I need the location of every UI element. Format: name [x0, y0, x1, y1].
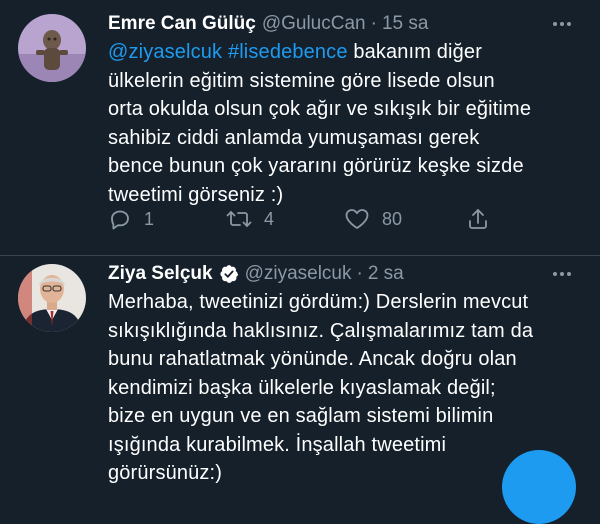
tweet-line: Merhaba, tweetinizi gördüm:) Derslerin m…: [108, 291, 529, 313]
tweet-line: orta okulda olsun çok ağır ve sıkışık bi…: [108, 98, 532, 120]
like-button[interactable]: 80: [344, 204, 402, 234]
tweet-line: bize en uygun ve en sağlam sistemi bilim…: [108, 405, 494, 427]
avatar[interactable]: [18, 264, 86, 332]
tweet-actions: 1 4 80: [108, 204, 498, 234]
tweet-text: Merhaba, tweetinizi gördüm:) Derslerin m…: [108, 288, 580, 488]
separator-dot: ·: [356, 263, 363, 284]
more-options-icon[interactable]: [548, 14, 576, 34]
like-count: 80: [382, 208, 403, 229]
tweet-line: bunu rahatlatmak yönünde. Ancak doğru ol…: [108, 348, 517, 370]
more-options-icon[interactable]: [548, 264, 576, 284]
retweet-button[interactable]: 4: [226, 204, 274, 234]
tweet-line: ışığında kurabilmek. İnşallah tweetimi: [108, 433, 447, 456]
heart-icon: [345, 209, 369, 229]
reply-icon: [111, 210, 129, 230]
tweet-text: @ziyaselcuk #lisedebence bakanım diğer ü…: [108, 38, 580, 209]
separator-dot: ·: [370, 13, 377, 34]
share-icon: [469, 209, 487, 229]
tweet-line: bence bunun çok yararını görürüz keşke s…: [108, 155, 524, 177]
tweet-line: @ziyaselcuk #lisedebence bakanım diğer: [108, 38, 580, 67]
retweet-count: 4: [264, 208, 275, 229]
verified-badge-icon: [219, 264, 239, 284]
author-name[interactable]: Emre Can Gülüç: [108, 13, 256, 35]
avatar[interactable]: [18, 14, 86, 82]
compose-fab[interactable]: [502, 450, 576, 524]
hashtag-link[interactable]: #lisedebence: [228, 41, 348, 63]
tweet-header: Ziya Selçuk @ziyaselcuk · 2 sa: [108, 260, 580, 288]
timestamp[interactable]: 15 sa: [382, 13, 428, 35]
timestamp[interactable]: 2 sa: [368, 263, 404, 285]
tweet-line: ülkelerin eğitim sistemine göre lisede o…: [108, 69, 495, 92]
reply-button[interactable]: 1: [108, 204, 154, 234]
tweet-line: sıkışıklığında haklısınız. Çalışmalarımı…: [108, 319, 534, 342]
text-segment: bakanım diğer: [347, 41, 483, 63]
tweet-ziyaselcuk[interactable]: Ziya Selçuk @ziyaselcuk · 2 sa Merhaba, …: [0, 256, 600, 484]
tweet-header: Emre Can Gülüç @GulucCan · 15 sa: [108, 10, 580, 38]
reply-count: 1: [144, 208, 155, 229]
tweet-line: kendimizi başka ülkelerle kıyaslamak değ…: [108, 376, 496, 399]
author-name[interactable]: Ziya Selçuk: [108, 263, 213, 285]
share-button[interactable]: [466, 204, 490, 234]
author-handle[interactable]: @GulucCan: [262, 13, 366, 35]
retweet-icon: [226, 211, 252, 227]
author-handle[interactable]: @ziyaselcuk: [245, 263, 352, 285]
tweet-line: sahibiz ciddi anlamda yumuşaması gerek: [108, 126, 480, 149]
mention-link[interactable]: @ziyaselcuk: [108, 41, 222, 63]
tweet-guluc[interactable]: Emre Can Gülüç @GulucCan · 15 sa @ziyase…: [0, 0, 600, 256]
